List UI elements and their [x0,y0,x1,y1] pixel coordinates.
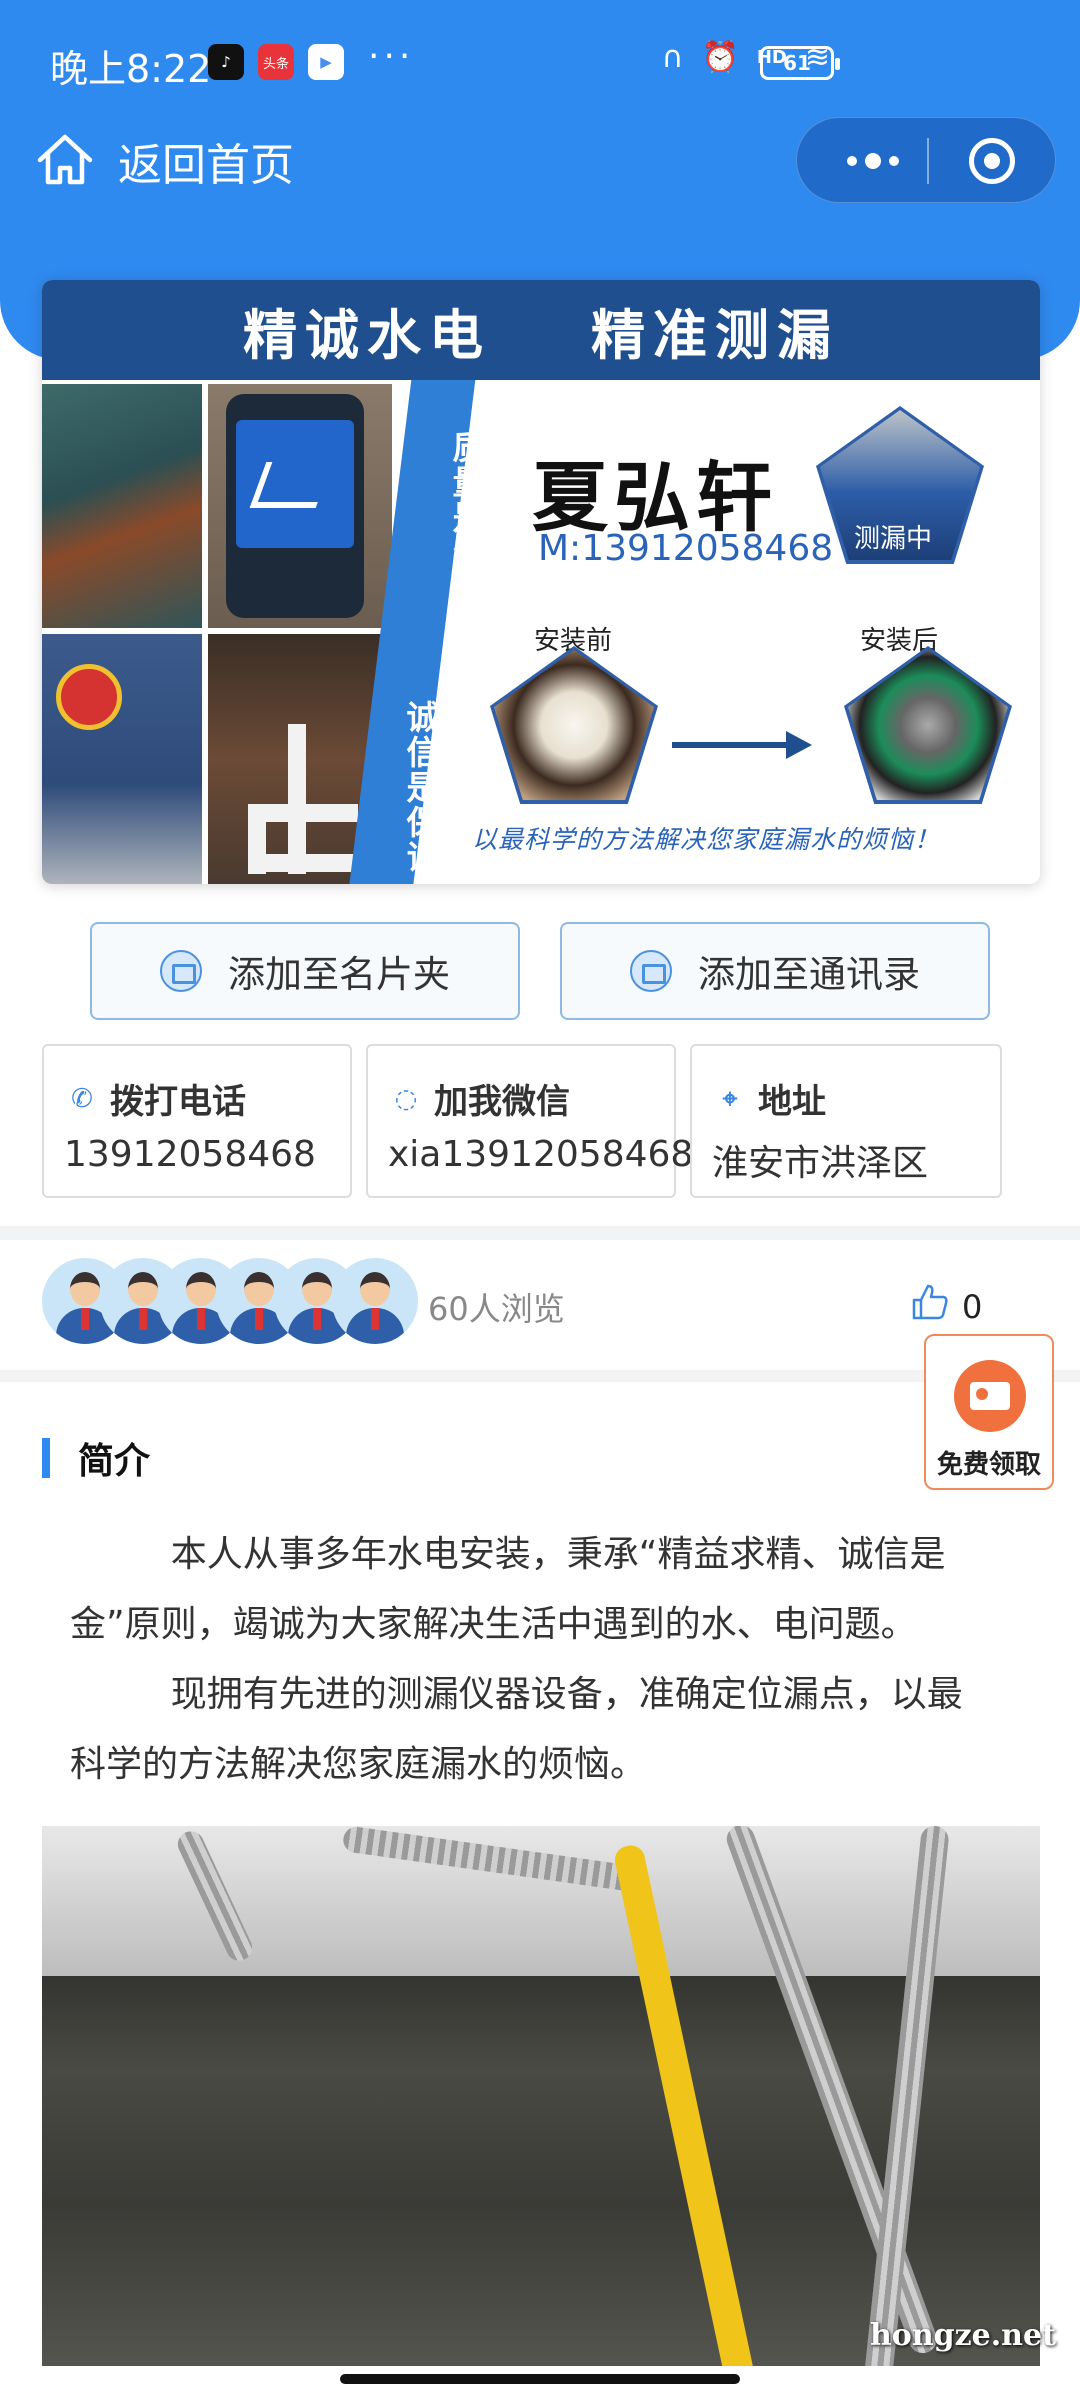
section-divider [0,1370,1080,1382]
after-pipe-photo [848,650,1008,800]
miniapp-capsule [796,117,1056,203]
leak-site-photo [42,1826,1040,2366]
phone-icon: ✆ [71,1083,93,1114]
intro-accent-bar [42,1438,50,1478]
wechat-id: xia13912058468 [388,1134,694,1175]
free-get-button[interactable]: 免费领取 [924,1334,1054,1490]
call-phone-label: 拨打电话 [110,1082,246,1122]
worker-label: 测漏中 [854,524,933,554]
wechat-icon: ◌ [394,1083,418,1114]
thumbs-up-icon[interactable] [910,1282,950,1322]
tiktok-icon: ♪ [208,44,244,80]
leak-detector-photo [208,384,392,628]
card-icon [160,950,202,992]
avatar [332,1258,418,1344]
like-count: 0 [962,1288,983,1326]
banner-phone: M:13912058468 [538,528,834,569]
banner-slogan: 以最科学的方法解决您家庭漏水的烦恼！ [472,825,941,854]
watermark: hongze.net [870,2318,1056,2353]
status-bar: 晚上8:22 ♪ 头条 ▶ ··· ∩ ⏰ HD ≋ 61 [0,0,1080,120]
phone-number: 13912058468 [64,1134,316,1175]
add-wechat-label: 加我微信 [434,1082,570,1122]
before-pipe-photo [494,650,654,800]
add-to-contacts-label: 添加至通讯录 [698,953,920,996]
location-icon: ⌖ [722,1083,738,1114]
toutiao-icon: 头条 [258,44,294,80]
status-more-icon: ··· [368,36,415,77]
arrow-right-icon [786,731,812,759]
id-card-icon [954,1360,1026,1432]
business-card-banner: 精诚水电 精准测漏 质量是生命， 诚信是保证 夏弘轩 M:13912058468… [42,280,1040,884]
address-card[interactable]: ⌖ 地址 淮安市洪泽区 [690,1044,1002,1198]
contacts-icon [630,950,672,992]
intro-title: 简介 [78,1441,151,1482]
free-get-label: 免费领取 [936,1450,1041,1480]
arrow-line [672,742,792,748]
play-icon: ▶ [308,44,344,80]
home-icon[interactable] [36,132,94,188]
add-wechat-card[interactable]: ◌ 加我微信 xia13912058468 [366,1044,693,1198]
status-app-icons: ♪ 头条 ▶ [208,44,344,80]
strip-text-bottom: 诚信是保证 [401,700,440,875]
view-count: 60人浏览 [428,1290,565,1328]
section-divider [0,1226,1080,1240]
pressure-pump-photo [42,634,202,884]
nav-bar: 返回首页 [0,115,1080,205]
address-label: 地址 [758,1082,826,1122]
strip-text-top: 质量是生命， [447,430,486,640]
intro-paragraph-1: 本人从事多年水电安装，秉承“精益求精、诚信是金”原则，竭诚为大家解决生活中遇到的… [70,1534,946,1645]
add-to-cardholder-label: 添加至名片夹 [228,953,450,996]
alarm-icon: ⏰ [701,40,739,75]
add-to-contacts-button[interactable]: 添加至通讯录 [560,922,990,1020]
visitor-avatars [42,1258,418,1344]
capsule-divider [927,138,929,184]
headphone-icon: ∩ [661,40,684,75]
tile-photo [42,384,202,628]
close-miniapp-icon[interactable] [969,138,1015,184]
back-home-link[interactable]: 返回首页 [118,129,294,193]
address-value: 淮安市洪泽区 [712,1143,929,1184]
status-time: 晚上8:22 [50,47,212,91]
call-phone-card[interactable]: ✆ 拨打电话 13912058468 [42,1044,352,1198]
banner-headline-left: 精诚水电 [243,303,491,367]
add-to-cardholder-button[interactable]: 添加至名片夹 [90,922,520,1020]
banner-headline: 精诚水电 精准测漏 [42,280,1040,380]
intro-paragraph-2: 现拥有先进的测漏仪器设备，准确定位漏点，以最科学的方法解决您家庭漏水的烦恼。 [70,1674,963,1785]
home-indicator[interactable] [340,2374,740,2384]
more-menu-icon[interactable] [833,136,913,186]
banner-headline-right: 精准测漏 [591,303,839,367]
battery-icon: 61 [760,46,840,80]
